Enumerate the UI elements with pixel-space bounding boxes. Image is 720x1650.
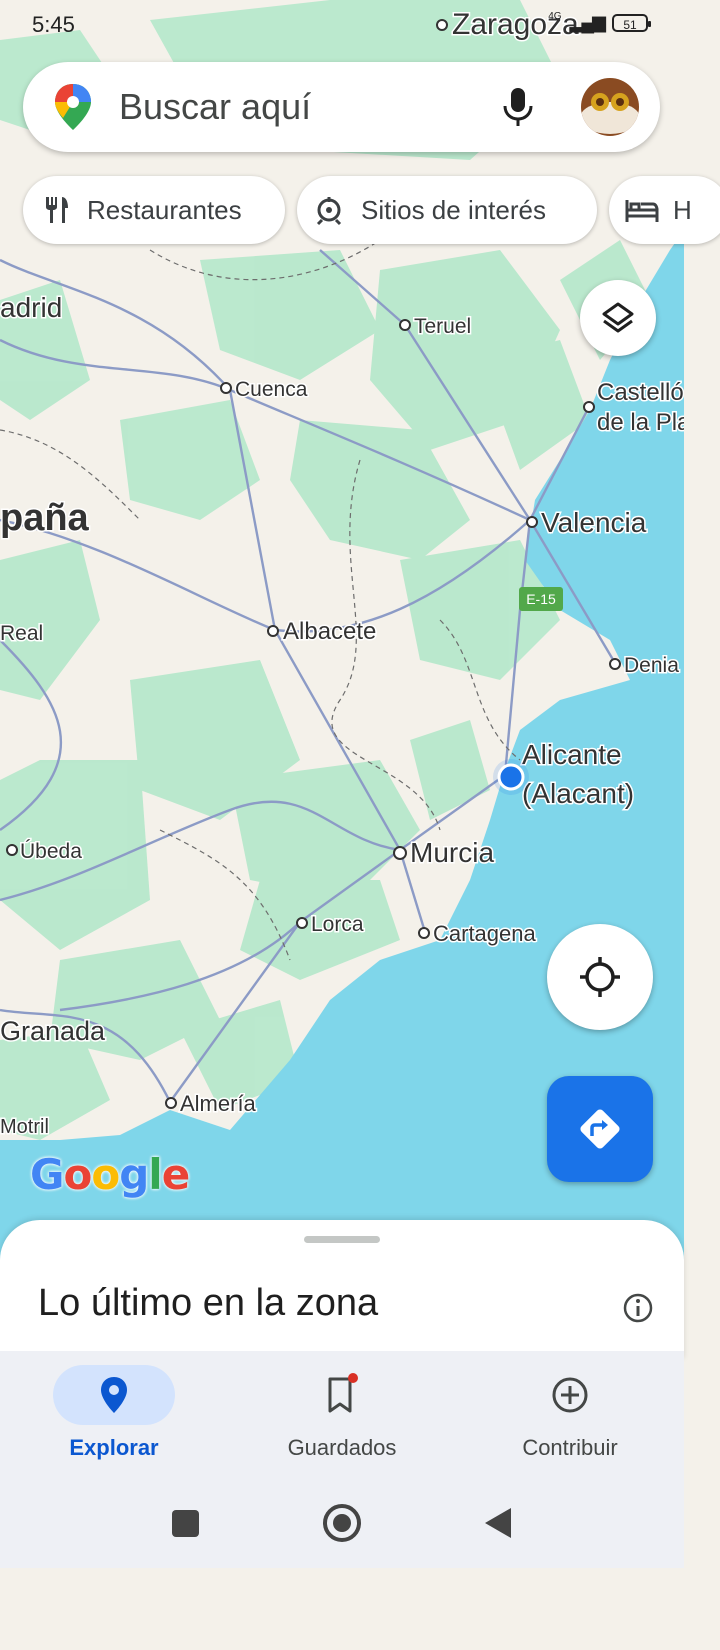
- map-label-castellon-2: de la Pla: [597, 409, 684, 436]
- sheet-title: Lo último en la zona: [38, 1282, 379, 1324]
- search-bar[interactable]: Buscar aquí: [23, 62, 660, 152]
- nav-label: Explorar: [69, 1435, 159, 1460]
- recents-icon[interactable]: [172, 1510, 199, 1537]
- microphone-icon[interactable]: [501, 86, 535, 128]
- map-label-castellon: Castelló: [597, 379, 684, 406]
- chip-label: Restaurantes: [87, 194, 242, 225]
- google-logo: Google: [30, 1150, 190, 1199]
- status-icons: 4G ▂▄▆ 51: [548, 11, 651, 33]
- location-pin-icon: [101, 1377, 127, 1413]
- map-label-murcia: Murcia: [410, 837, 494, 868]
- system-navigation-bar: [172, 1504, 511, 1542]
- add-circle-icon: [552, 1377, 588, 1413]
- map-label-cartagena: Cartagena: [433, 921, 537, 946]
- map-label-denia: Denia: [624, 654, 679, 677]
- bottom-sheet[interactable]: Lo último en la zona: [0, 1220, 684, 1360]
- crosshair-icon: [580, 957, 620, 997]
- search-input[interactable]: Buscar aquí: [119, 86, 311, 128]
- map-label-espana: paña: [0, 497, 90, 539]
- fork-knife-icon: [46, 197, 68, 223]
- layers-icon: [602, 302, 634, 333]
- current-location-dot: [497, 763, 525, 791]
- map-label-real: Real: [0, 622, 43, 645]
- chip-hoteles[interactable]: H: [609, 176, 720, 244]
- landmark-icon: [316, 197, 342, 226]
- nav-label: Contribuir: [522, 1435, 618, 1460]
- directions-button[interactable]: [547, 1076, 653, 1182]
- map-label-almeria: Almería: [180, 1091, 257, 1116]
- chip-label: H: [673, 194, 692, 225]
- chip-label: Sitios de interés: [361, 194, 546, 225]
- bed-icon: [625, 200, 659, 222]
- drag-handle[interactable]: [304, 1236, 380, 1243]
- map-label-albacete: Albacete: [283, 618, 376, 645]
- layers-button[interactable]: [580, 280, 656, 356]
- nav-contribuir[interactable]: Contribuir: [456, 1351, 684, 1481]
- map-label-ubeda: Úbeda: [20, 840, 82, 863]
- category-chips: Restaurantes Sitios de interés H: [0, 176, 720, 244]
- map-label-teruel: Teruel: [414, 315, 471, 338]
- map-label-motril: Motril: [0, 1116, 49, 1138]
- chip-sitios-de-interes[interactable]: Sitios de interés: [297, 176, 597, 244]
- bookmark-icon: [328, 1373, 358, 1413]
- nav-guardados[interactable]: Guardados: [228, 1351, 456, 1481]
- map-label-lorca: Lorca: [311, 913, 364, 936]
- avatar[interactable]: [581, 78, 639, 136]
- network-type: 4G: [548, 11, 562, 22]
- map-label-madrid: adrid: [0, 292, 62, 323]
- map-label-alicante-2: (Alacant): [522, 778, 634, 809]
- back-icon[interactable]: [485, 1508, 511, 1538]
- battery-icon: 51: [612, 13, 651, 32]
- status-bar: 5:45 4G ▂▄▆ 51: [0, 0, 684, 52]
- info-icon[interactable]: [620, 1290, 656, 1326]
- google-maps-pin-icon: [55, 84, 91, 130]
- nav-label: Guardados: [287, 1435, 397, 1460]
- signal-icon: ▂▄▆: [569, 12, 606, 32]
- map-label-cuenca: Cuenca: [235, 378, 308, 401]
- highway-shield-label: E-15: [526, 591, 556, 607]
- directions-icon: [580, 1109, 620, 1149]
- map-label-alicante: Alicante: [522, 739, 622, 770]
- notification-dot: [348, 1373, 358, 1383]
- my-location-button[interactable]: [547, 924, 653, 1030]
- status-time: 5:45: [32, 12, 75, 37]
- map-label-granada: Granada: [0, 1016, 106, 1046]
- map-label-valencia: Valencia: [541, 507, 647, 538]
- chip-restaurantes[interactable]: Restaurantes: [23, 176, 285, 244]
- nav-explorar[interactable]: Explorar: [0, 1351, 228, 1481]
